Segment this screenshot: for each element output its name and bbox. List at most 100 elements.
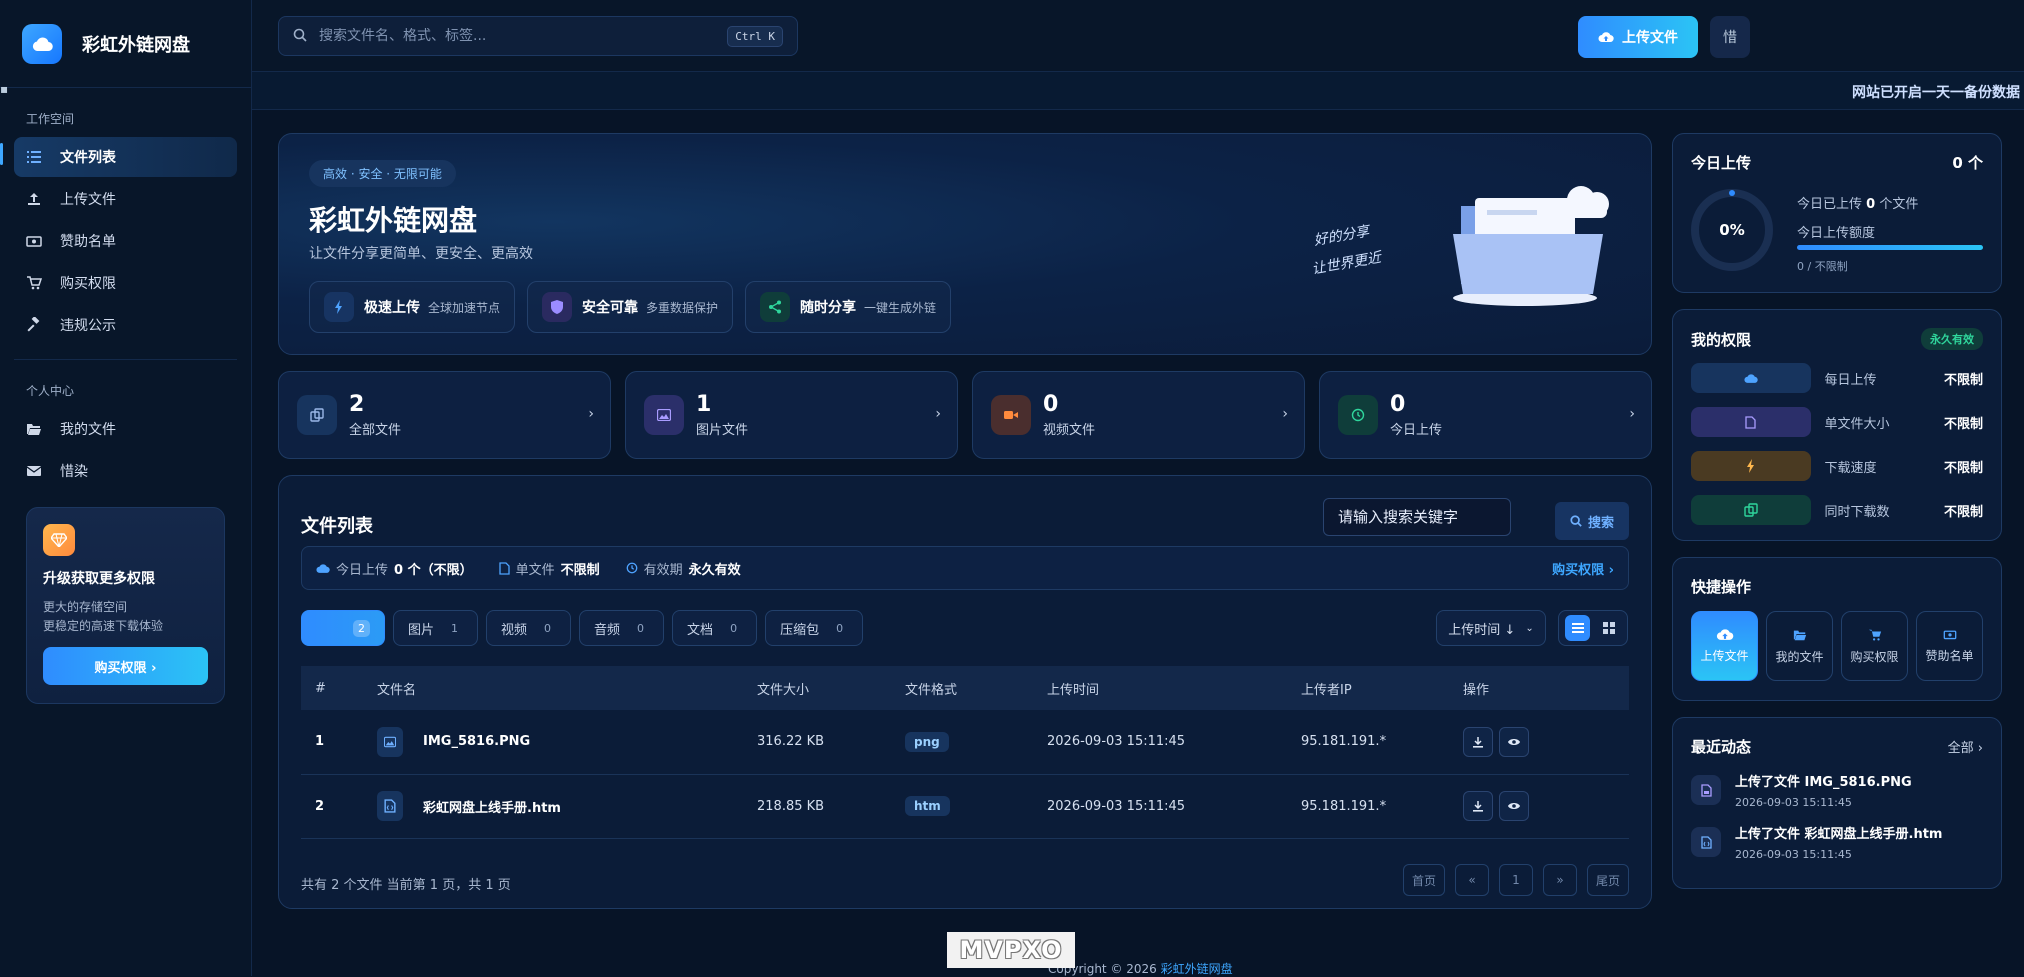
stat-image-files[interactable]: 1 图片文件 › (625, 371, 958, 459)
quick-buy-button[interactable]: 购买权限 (1841, 611, 1908, 681)
tab-all[interactable]: 2 (301, 610, 385, 646)
clock-icon (1338, 395, 1378, 435)
code-file-icon (1691, 827, 1721, 857)
file-size: 316.22 KB (757, 734, 825, 750)
activity-item[interactable]: 上传了文件 彩虹网盘上线手册.htm 2026-09-03 15:11:45 (1691, 823, 1983, 861)
view-toggle (1558, 610, 1628, 646)
card-title: 最近动态 (1691, 738, 1752, 756)
global-search[interactable]: Ctrl K (278, 16, 798, 56)
page-last[interactable]: 尾页 (1586, 864, 1629, 896)
preview-button[interactable] (1499, 726, 1529, 757)
table-row[interactable]: 2 彩虹网盘上线手册.htm 218.85 KB htm 2026-09-03 … (301, 774, 1629, 838)
user-avatar-button[interactable]: 惜 (1710, 16, 1750, 58)
quick-upload-button[interactable]: 上传文件 (1691, 611, 1758, 681)
hero-badge: 高效 · 安全 · 无限可能 (309, 160, 456, 187)
hero-subtitle: 让文件分享更简单、更安全、更高效 (309, 246, 533, 262)
tab-archives[interactable]: 压缩包 0 (765, 610, 864, 646)
brand[interactable]: 彩虹外链网盘 (0, 0, 251, 88)
sidebar-item-sponsors[interactable]: 赞助名单 (14, 221, 237, 261)
page-next[interactable]: » (1542, 864, 1577, 896)
cloud-upload-icon (1691, 363, 1811, 393)
keyword-search-button[interactable]: 搜索 (1555, 502, 1629, 540)
sidebar-item-buy[interactable]: 购买权限 (14, 263, 237, 303)
table-header-row: # 文件名 文件大小 文件格式 上传时间 上传者IP 操作 (301, 666, 1629, 710)
pagination: 首页 « 1 » 尾页 (1402, 864, 1629, 896)
page-first[interactable]: 首页 (1402, 864, 1445, 896)
tab-label: 视频 (501, 622, 528, 638)
announcement-text: 网站已开启一天一备份数据 (1852, 85, 2020, 101)
stat-all-files[interactable]: 2 全部文件 › (278, 371, 611, 459)
download-button[interactable] (1463, 726, 1493, 757)
file-list-panel: 文件列表 搜索 今日上传 0 个（不限） 单文件不限制 有效期永久有效 购买权限 … (278, 475, 1652, 909)
feature-title: 随时分享 (800, 300, 857, 316)
quick-sponsors-button[interactable]: 赞助名单 (1916, 611, 1983, 681)
chevron-right-icon: › (935, 406, 941, 422)
top-upload-button[interactable]: 上传文件 (1578, 16, 1698, 58)
footer: Copyright © 2026 彩虹外链网盘 (1048, 960, 1233, 977)
grid-view-button[interactable] (1596, 615, 1621, 641)
page-prev[interactable]: « (1454, 864, 1489, 896)
global-search-input[interactable] (319, 28, 728, 44)
quick-label: 上传文件 (1700, 649, 1749, 663)
file-name-link[interactable]: IMG_5816.PNG (423, 734, 530, 749)
perm-value: 不限制 (1944, 372, 1984, 388)
file-format-badge: png (905, 731, 949, 752)
sidebar-item-my-files[interactable]: 我的文件 (14, 409, 237, 449)
file-type-tabs: 2 图片 1 视频 0 音频 0 文档 0 压缩包 0 (301, 610, 864, 646)
quota-buy-link[interactable]: 购买权限 › (1552, 559, 1614, 578)
quota-bar: 今日上传 0 个（不限） 单文件 不限制 有效期 永久有效 购买权限 › (301, 546, 1629, 590)
page-current[interactable]: 1 (1498, 864, 1533, 896)
card-title: 我的权限 (1691, 330, 1752, 349)
top-upload-label: 上传文件 (1622, 30, 1678, 46)
perm-label: 单文件大小 (1824, 416, 1890, 432)
activity-item[interactable]: 上传了文件 IMG_5816.PNG 2026-09-03 15:11:45 (1691, 771, 1983, 809)
sidebar-item-label: 我的文件 (60, 422, 116, 438)
hero-title: 彩虹外链网盘 (309, 204, 478, 237)
file-icon (498, 561, 510, 575)
tab-audio[interactable]: 音频 0 (579, 610, 665, 646)
list-view-button[interactable] (1565, 615, 1590, 641)
preview-button[interactable] (1499, 791, 1529, 821)
folder-cloud-illustration-icon (1445, 176, 1621, 310)
card-title: 今日上传 (1691, 154, 1752, 172)
permission-card: 我的权限 永久有效 每日上传 不限制 单文件大小 不限制 下载速度 不限制 同时下载数不… (1672, 309, 2002, 541)
stat-label: 今日上传 (1390, 423, 1443, 438)
sidebar-item-upload[interactable]: 上传文件 (14, 179, 237, 219)
tab-videos[interactable]: 视频 0 (486, 610, 572, 646)
feature-desc: 全球加速节点 (428, 300, 501, 315)
sidebar-item-violations[interactable]: 违规公示 (14, 305, 237, 345)
sidebar-item-label: 惜染 (60, 464, 88, 480)
image-file-icon (1691, 775, 1721, 805)
tab-documents[interactable]: 文档 0 (672, 610, 758, 646)
feature-title: 极速上传 (364, 300, 420, 316)
cloud-upload-icon (316, 563, 330, 573)
folder-open-icon (1793, 630, 1806, 640)
sidebar-item-label: 上传文件 (60, 192, 116, 208)
promo-buy-button[interactable]: 购买权限 › (43, 647, 208, 686)
quota-today-label: 今日上传 (336, 562, 389, 578)
sort-dropdown[interactable]: 上传时间 ↓ ⌄ (1436, 610, 1546, 646)
table-row[interactable]: 1 IMG_5816.PNG 316.22 KB png 2026-09-03 … (301, 710, 1629, 774)
sidebar-item-file-list[interactable]: 文件列表 (14, 137, 237, 177)
diamond-icon (43, 524, 75, 556)
quick-my-files-button[interactable]: 我的文件 (1766, 611, 1833, 681)
col-size: 文件大小 (757, 682, 810, 698)
keyword-search-input[interactable] (1323, 498, 1511, 536)
footer-link[interactable]: 彩虹外链网盘 (1161, 962, 1233, 976)
pager-info: 共有 2 个文件 当前第 1 页，共 1 页 (301, 878, 511, 893)
tab-label: 图片 (408, 622, 435, 638)
file-ip: 95.181.191.* (1301, 734, 1387, 750)
file-name-link[interactable]: 彩虹网盘上线手册.htm (423, 797, 561, 816)
tab-count: 0 (544, 621, 552, 635)
stat-today-upload[interactable]: 0 今日上传 › (1319, 371, 1652, 459)
stat-label: 全部文件 (349, 423, 402, 438)
col-ip: 上传者IP (1301, 682, 1352, 698)
download-button[interactable] (1463, 791, 1493, 821)
sidebar: 彩虹外链网盘 ▪ 工作空间 文件列表 上传文件 赞助名单 购买权限 违规公示 个… (0, 0, 252, 976)
stat-video-files[interactable]: 0 视频文件 › (972, 371, 1305, 459)
activity-more-link[interactable]: 全部 › (1948, 737, 1983, 756)
tab-images[interactable]: 图片 1 (393, 610, 479, 646)
sidebar-item-profile[interactable]: 惜染 (14, 451, 237, 491)
today-line-num: 0 (1866, 197, 1876, 212)
workspace-section-title: 工作空间 (26, 112, 75, 126)
